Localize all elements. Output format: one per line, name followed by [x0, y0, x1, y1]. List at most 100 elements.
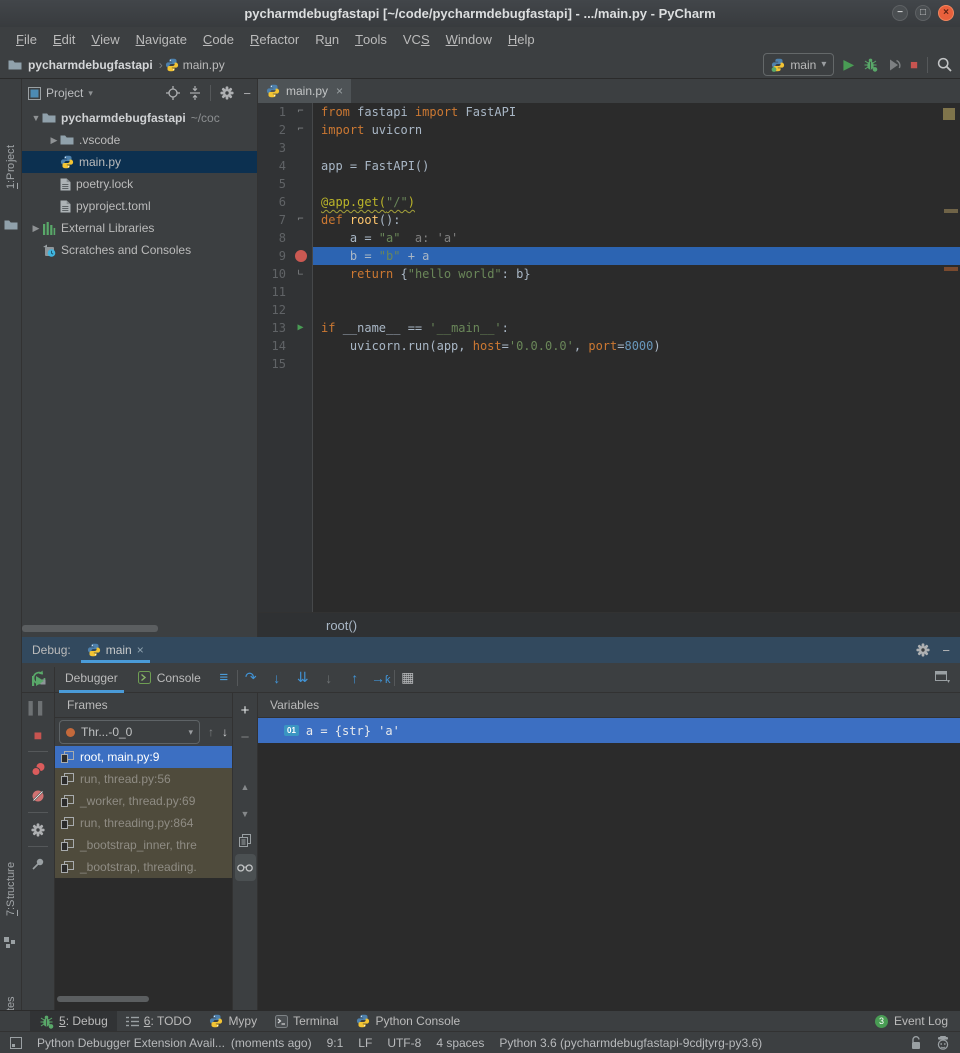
debug-button[interactable]	[863, 57, 878, 72]
close-icon[interactable]: ×	[137, 643, 144, 657]
breadcrumb-project[interactable]: pycharmdebugfastapi	[28, 58, 153, 72]
add-watch-button[interactable]: +	[235, 697, 256, 724]
debug-session-tab[interactable]: main ×	[81, 637, 150, 663]
menu-item-navigate[interactable]: Navigate	[128, 27, 195, 51]
menu-item-run[interactable]: Run	[307, 27, 347, 51]
run-config-dropdown[interactable]: main ▾	[763, 53, 834, 76]
editor-tab-main-py[interactable]: main.py ×	[258, 79, 351, 103]
step-over-icon[interactable]: ↷	[238, 669, 264, 686]
menu-item-code[interactable]: Code	[195, 27, 242, 51]
move-down-icon[interactable]: ▼	[235, 800, 256, 827]
code-line-1[interactable]: 1⌐from fastapi import FastAPI	[258, 103, 960, 121]
frame-row[interactable]: run, thread.py:56	[55, 768, 232, 790]
gear-icon[interactable]	[916, 643, 930, 657]
code-line-6[interactable]: 6@app.get("/")	[258, 193, 960, 211]
fold-marker-icon[interactable]: ⌐	[297, 121, 303, 139]
tree-item-external-libraries[interactable]: ▶External Libraries	[22, 217, 257, 239]
layout-menu-icon[interactable]: ≡	[211, 669, 237, 686]
menu-item-file[interactable]: File	[8, 27, 45, 51]
move-up-icon[interactable]: ▲	[235, 773, 256, 800]
minimize-button[interactable]: −	[892, 5, 908, 21]
remove-watch-button[interactable]: −	[235, 724, 256, 751]
chevron-right-icon[interactable]: ▶	[48, 135, 60, 146]
code-line-7[interactable]: 7⌐def root():	[258, 211, 960, 229]
project-hscrollbar[interactable]	[22, 625, 158, 632]
menu-item-window[interactable]: Window	[438, 27, 500, 51]
toolwindow-button-5-debug[interactable]: 5: Debug	[30, 1011, 117, 1032]
step-into-my-code-icon[interactable]: ↓	[316, 670, 342, 686]
show-watches-glasses-icon[interactable]	[235, 854, 256, 881]
frame-row[interactable]: root, main.py:9	[55, 746, 232, 768]
stop-button[interactable]: ■	[910, 57, 918, 72]
tool-button-project[interactable]: 1: Project	[2, 107, 20, 227]
breakpoint-icon[interactable]	[295, 250, 307, 262]
close-button[interactable]: ×	[938, 5, 954, 21]
code-line-3[interactable]: 3	[258, 139, 960, 157]
breadcrumb-file[interactable]: main.py	[183, 58, 225, 72]
maximize-button[interactable]: □	[915, 5, 931, 21]
line-ending-indicator[interactable]: LF	[358, 1036, 372, 1050]
toolwindow-button-python-console[interactable]: Python Console	[347, 1011, 469, 1032]
coverage-button[interactable]	[887, 58, 901, 72]
toggle-toolwindows-icon[interactable]	[10, 1037, 22, 1049]
code-editor[interactable]: 1⌐from fastapi import FastAPI2⌐import uv…	[258, 103, 960, 612]
collapse-all-icon[interactable]	[189, 86, 201, 100]
run-to-cursor-icon[interactable]: →ƙ	[368, 670, 394, 686]
fold-marker-icon[interactable]: ⌐	[297, 211, 303, 229]
thread-dropdown[interactable]: Thr...-0_0 ▾	[59, 720, 200, 744]
toolwindow-button-6-todo[interactable]: 6: TODO	[117, 1011, 201, 1032]
search-icon[interactable]	[937, 57, 952, 72]
frame-row[interactable]: run, threading.py:864	[55, 812, 232, 834]
inspection-profile-icon[interactable]	[936, 1036, 950, 1050]
code-line-10[interactable]: 10∟ return {"hello world": b}	[258, 265, 960, 283]
tree-item--vscode[interactable]: ▶.vscode	[22, 129, 257, 151]
status-message[interactable]: Python Debugger Extension Avail...	[37, 1036, 225, 1050]
duplicate-icon[interactable]	[235, 827, 256, 854]
caret-position[interactable]: 9:1	[327, 1036, 344, 1050]
tool-button-structure[interactable]: 7: Structure	[2, 829, 20, 949]
run-button[interactable]: ▶	[843, 56, 854, 73]
code-line-14[interactable]: 14 uvicorn.run(app, host='0.0.0.0', port…	[258, 337, 960, 355]
mute-breakpoints-icon[interactable]	[22, 782, 54, 809]
stop-button[interactable]: ■	[22, 721, 54, 748]
run-line-icon[interactable]: ▶	[297, 319, 303, 337]
interpreter-indicator[interactable]: Python 3.6 (pycharmdebugfastapi-9cdjtyrg…	[499, 1036, 762, 1050]
code-line-8[interactable]: 8 a = "a" a: 'a'	[258, 229, 960, 247]
toolwindow-button-terminal[interactable]: Terminal	[266, 1011, 347, 1032]
project-view-selector[interactable]: Project ▾	[28, 86, 93, 100]
toolwindow-button-mypy[interactable]: Mypy	[200, 1011, 266, 1032]
locate-file-icon[interactable]	[166, 86, 180, 100]
fold-marker-icon[interactable]: ⌐	[297, 103, 303, 121]
chevron-down-icon[interactable]: ▼	[30, 113, 42, 123]
hide-panel-icon[interactable]: −	[243, 86, 251, 101]
tree-item-pyproject-toml[interactable]: pyproject.toml	[22, 195, 257, 217]
editor-breadcrumb[interactable]: root()	[258, 612, 960, 637]
menu-item-vcs[interactable]: VCS	[395, 27, 438, 51]
force-step-into-icon[interactable]: ⇊	[290, 669, 316, 686]
code-line-5[interactable]: 5	[258, 175, 960, 193]
menu-item-edit[interactable]: Edit	[45, 27, 83, 51]
previous-frame-icon[interactable]: ↑	[208, 725, 214, 739]
code-line-15[interactable]: 15	[258, 355, 960, 373]
code-line-4[interactable]: 4app = FastAPI()	[258, 157, 960, 175]
tab-console[interactable]: Console	[128, 663, 211, 693]
evaluate-expression-icon[interactable]: ▦	[395, 669, 421, 686]
menu-item-tools[interactable]: Tools	[347, 27, 395, 51]
fold-end-marker-icon[interactable]: ∟	[297, 265, 303, 283]
event-log-button[interactable]: 3Event Log	[875, 1014, 960, 1028]
code-line-13[interactable]: 13▶if __name__ == '__main__':	[258, 319, 960, 337]
debug-settings-gear-icon[interactable]	[22, 816, 54, 843]
step-into-icon[interactable]: ↓	[264, 670, 290, 686]
frame-row[interactable]: _bootstrap, threading.	[55, 856, 232, 878]
hide-panel-icon[interactable]: −	[942, 643, 950, 658]
tree-item-main-py[interactable]: main.py	[22, 151, 257, 173]
code-line-11[interactable]: 11	[258, 283, 960, 301]
indent-indicator[interactable]: 4 spaces	[436, 1036, 484, 1050]
title-bar[interactable]: pycharmdebugfastapi [~/code/pycharmdebug…	[0, 0, 960, 27]
menu-item-help[interactable]: Help	[500, 27, 543, 51]
frame-row[interactable]: _bootstrap_inner, thre	[55, 834, 232, 856]
chevron-right-icon[interactable]: ▶	[30, 223, 42, 234]
encoding-indicator[interactable]: UTF-8	[387, 1036, 421, 1050]
variable-row[interactable]: 01a = {str} 'a'	[258, 718, 960, 743]
code-line-2[interactable]: 2⌐import uvicorn	[258, 121, 960, 139]
